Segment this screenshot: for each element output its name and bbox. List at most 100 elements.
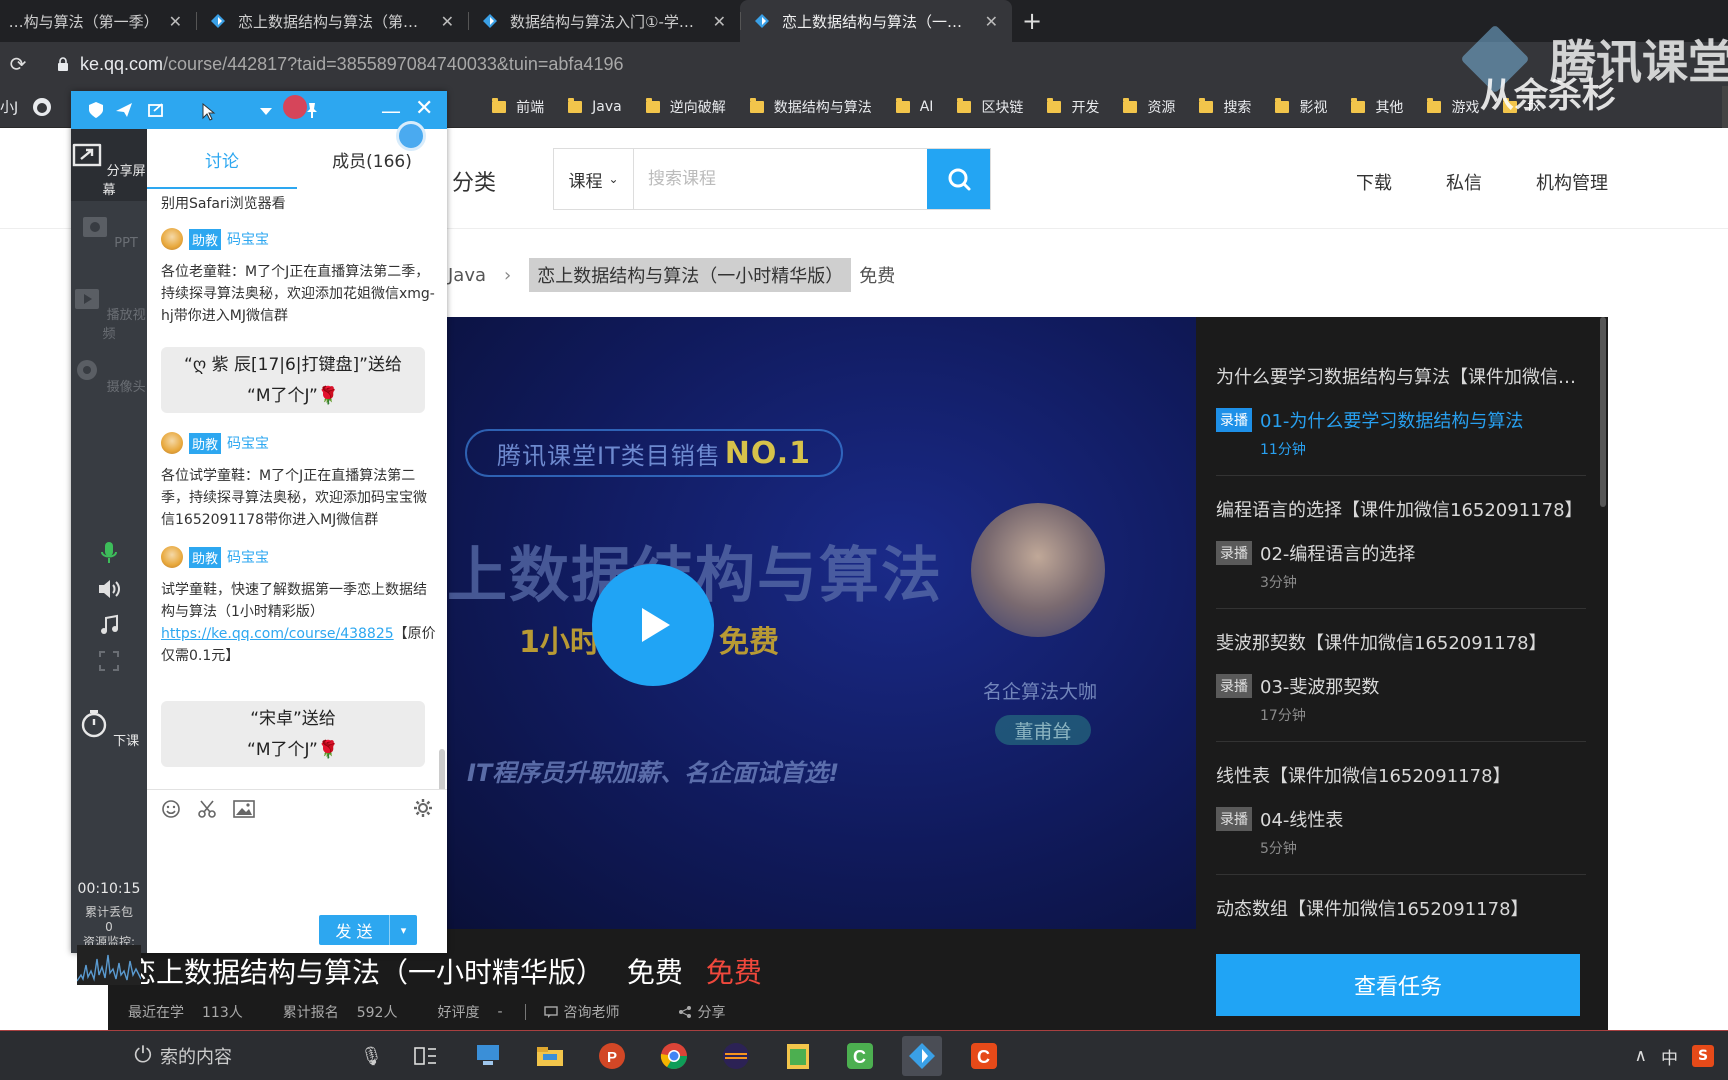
download-link[interactable]: 下载 — [1356, 169, 1392, 195]
course-link[interactable]: https://ke.qq.com/course/438825 — [161, 626, 394, 642]
play-icon — [642, 608, 670, 642]
breadcrumb-parent[interactable]: Java — [448, 265, 486, 286]
pin-icon[interactable] — [303, 101, 321, 119]
tray-expand-icon[interactable]: ∧ — [1635, 1046, 1647, 1066]
url-field[interactable]: ke.qq.com/course/442817?taid=38558970847… — [80, 54, 623, 75]
tab-close-icon[interactable]: ✕ — [985, 12, 998, 31]
search-button[interactable] — [927, 149, 990, 209]
course-title-text: 恋上数据结构与算法（一小时精华版） — [128, 956, 605, 989]
chat-scrollbar[interactable] — [439, 749, 445, 789]
taskbar-search[interactable]: 索的内容 🎙 — [160, 1031, 392, 1080]
packet-loss-value: 0 — [105, 920, 113, 934]
power-icon[interactable]: ⏻ — [126, 1043, 160, 1068]
chapter-item: 动态数组【课件加微信1652091178】 — [1196, 875, 1608, 921]
bookmark-folder[interactable]: 数据结构与算法 — [749, 97, 872, 117]
badge-text: 腾讯课堂IT类目销售 — [497, 441, 721, 470]
powerpoint-icon[interactable]: P — [592, 1036, 632, 1076]
share-screen-icon — [73, 143, 102, 167]
speaker-icon[interactable] — [95, 575, 123, 603]
chrome-icon[interactable] — [654, 1036, 694, 1076]
remote-desktop-icon[interactable] — [468, 1036, 508, 1076]
lesson-item[interactable]: 录播 01-为什么要学习数据结构与算法 — [1216, 407, 1588, 433]
microphone-icon[interactable] — [95, 539, 123, 567]
lock-icon[interactable] — [56, 57, 70, 71]
play-video-button[interactable]: 播放视频 — [71, 287, 147, 342]
input-method-indicator[interactable]: 中 — [1661, 1044, 1678, 1069]
gear-icon[interactable] — [413, 798, 433, 818]
browser-tab-2[interactable]: 恋上数据结构与算法（第二季） ✕ — [196, 0, 468, 42]
github-icon[interactable] — [32, 97, 52, 117]
camera-button[interactable]: 摄像头 — [71, 359, 147, 395]
tab-discussion[interactable]: 讨论 — [147, 129, 297, 189]
category-link[interactable]: 分类 — [452, 165, 496, 197]
browser-tab-1[interactable]: 数据结构与算法（第一季） ✕ — [0, 0, 196, 42]
chevron-down-icon[interactable] — [257, 103, 275, 121]
camtasia-green-icon[interactable]: C — [840, 1036, 880, 1076]
browser-tab-3[interactable]: 数据结构与算法入门①-学习视频 ✕ — [468, 0, 740, 42]
messages-link[interactable]: 私信 — [1446, 169, 1482, 195]
share-out-icon[interactable] — [147, 101, 165, 119]
sogou-input-icon[interactable]: S — [1692, 1045, 1714, 1067]
minimize-icon[interactable]: — — [381, 99, 401, 123]
file-explorer-icon[interactable] — [530, 1036, 570, 1076]
airplane-icon[interactable] — [115, 101, 133, 119]
bookmark-folder[interactable]: 影视 — [1275, 97, 1327, 117]
lesson-item[interactable]: 录播 03-斐波那契数 — [1216, 673, 1588, 699]
eclipse-icon[interactable] — [716, 1036, 756, 1076]
share-screen-button[interactable]: 分享屏幕 — [71, 129, 147, 201]
play-button[interactable] — [592, 564, 714, 686]
shield-icon[interactable] — [87, 101, 105, 119]
username[interactable]: 码宝宝 — [227, 229, 269, 249]
url-host: ke.qq.com — [80, 53, 164, 74]
bookmark-folder[interactable]: 搜索 — [1199, 97, 1251, 117]
bookmark-prefix[interactable]: 小J — [0, 97, 18, 117]
search-input[interactable] — [634, 149, 927, 209]
image-icon[interactable] — [233, 799, 255, 818]
task-view-icon[interactable] — [406, 1036, 446, 1076]
bookmark-folder[interactable]: Java — [568, 97, 622, 115]
bookmark-folder[interactable]: 逆向破解 — [645, 97, 726, 117]
username[interactable]: 码宝宝 — [227, 433, 269, 453]
bookmark-folder[interactable]: 前端 — [492, 97, 544, 117]
tab-close-icon[interactable]: ✕ — [441, 12, 454, 31]
share-link[interactable]: 分享 — [678, 1002, 744, 1022]
bookmark-folder[interactable]: 区块链 — [957, 97, 1023, 117]
music-icon[interactable] — [95, 611, 123, 639]
org-manage-link[interactable]: 机构管理 — [1536, 169, 1608, 195]
chapter-title: 为什么要学习数据结构与算法【课件加微信1652091178】 — [1216, 367, 1586, 388]
fullscreen-icon[interactable] — [95, 647, 123, 675]
bookmark-folder[interactable]: AI — [895, 97, 933, 115]
tencent-class-app-icon[interactable] — [902, 1036, 942, 1076]
end-class-button[interactable]: 下课 — [71, 709, 147, 749]
browser-tab-4-active[interactable]: 恋上数据结构与算法（一小时精华版） ✕ — [740, 0, 1012, 42]
lesson-item[interactable]: 录播 04-线性表 — [1216, 806, 1588, 832]
lesson-item[interactable]: 录播 02-编程语言的选择 — [1216, 540, 1588, 566]
username[interactable]: 码宝宝 — [227, 547, 269, 567]
camtasia-red-icon[interactable]: C — [964, 1036, 1004, 1076]
microphone-icon[interactable]: 🎙 — [360, 1046, 383, 1067]
chapter-scrollbar[interactable] — [1600, 317, 1606, 507]
course-video-player[interactable]: 腾讯课堂IT类目销售 NO.1 上数据结构与算法 1小时 免费 IT程序员升职加薪… — [447, 317, 1196, 929]
tab-close-icon[interactable]: ✕ — [169, 12, 182, 31]
enrolled-value: 592人 — [356, 1005, 398, 1021]
bookmark-folder[interactable]: 其他 — [1351, 97, 1403, 117]
bookmark-folder[interactable]: 开发 — [1047, 97, 1099, 117]
ppt-icon — [83, 217, 108, 237]
close-icon[interactable]: ✕ — [415, 96, 433, 121]
reload-icon[interactable]: ⟳ — [0, 52, 36, 76]
send-options-dropdown[interactable]: ▾ — [389, 915, 417, 945]
notice-bell-icon[interactable] — [396, 121, 426, 151]
send-button[interactable]: 发 送 — [319, 915, 389, 945]
new-tab-button[interactable]: + — [1012, 0, 1052, 42]
chat-input[interactable] — [157, 833, 437, 913]
consult-link[interactable]: 咨询老师 — [543, 1002, 638, 1022]
scissors-icon[interactable] — [197, 799, 217, 819]
bookmark-folder[interactable]: 资源 — [1123, 97, 1175, 117]
view-tasks-button[interactable]: 查看任务 — [1216, 954, 1580, 1016]
ppt-label: PPT — [114, 236, 138, 251]
tab-close-icon[interactable]: ✕ — [713, 12, 726, 31]
search-type-select[interactable]: 课程 ⌄ — [554, 149, 634, 209]
notes-app-icon[interactable] — [778, 1036, 818, 1076]
ppt-button[interactable]: PPT — [71, 215, 147, 251]
emoji-icon[interactable] — [161, 799, 181, 819]
